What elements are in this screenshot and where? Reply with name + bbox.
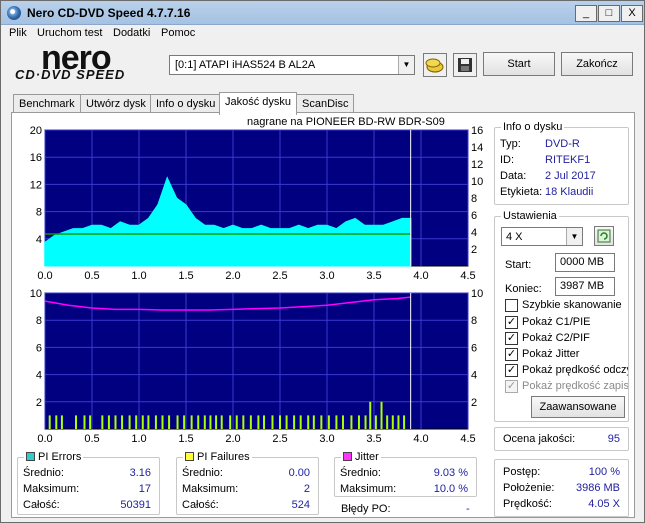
disc-info-group: Info o dysku Typ: DVD-R ID: RITEKF1 Data… (494, 121, 629, 205)
start-label: Start: (505, 259, 532, 271)
pi-failures-box: PI Failures Średnio: 0.00 Maksimum: 2 Ca… (176, 451, 319, 515)
start-mb-input[interactable]: 0000 MB (555, 253, 615, 272)
quality-score-box: Ocena jakości: 95 (494, 427, 629, 451)
close-button[interactable]: X (621, 5, 643, 22)
tab-jakosc-dysku[interactable]: Jakość dysku (219, 92, 298, 115)
settings-title: Ustawienia (501, 210, 559, 222)
jitter-pif-chart: 0.0 0.5 1.0 1.5 2.0 2.5 3.0 3.5 4.0 4.5 2 4 6 8 10 2 4 6 8… (30, 288, 484, 445)
pif-total-label: Całość: (182, 499, 219, 511)
speed-select-value: 4 X (506, 231, 523, 243)
pi-errors-title: PI Errors (24, 451, 84, 463)
maximize-button[interactable]: □ (598, 5, 620, 22)
x-tick-label: 3.5 (366, 433, 381, 445)
disc-label-label: Etykieta: (500, 186, 543, 198)
jitter-title: Jitter (341, 451, 381, 463)
jitter-avg-label: Średnio: (340, 467, 381, 479)
x-tick-label: 4.5 (460, 433, 475, 445)
quality-score-value: 95 (607, 433, 620, 445)
pif-total-value: 524 (291, 499, 310, 511)
y-tick-label-right: 10 (471, 288, 483, 300)
y-tick-label-right: 2 (471, 397, 477, 409)
position-label: Położenie: (503, 482, 555, 494)
show-jitter-label: Pokaż Jitter (522, 348, 580, 360)
x-tick-label: 0.0 (37, 433, 52, 445)
jitter-max-value: 10.0 % (433, 483, 468, 495)
progress-box: Postęp: 100 % Położenie: 3986 MB Prędkoś… (494, 459, 629, 517)
disc-date-value: 2 Jul 2017 (545, 170, 596, 182)
disc-type-label: Typ: (500, 138, 521, 150)
y-tick-label-left: 4 (36, 370, 42, 382)
disc-label-value: 18 Klaudii (545, 186, 594, 198)
pif-avg-label: Średnio: (182, 467, 223, 479)
pif-avg-value: 0.00 (288, 467, 310, 479)
end-label: Koniec: (505, 283, 542, 295)
y-tick-label-left: 8 (36, 315, 42, 327)
jitter-avg-value: 9.03 % (433, 467, 468, 479)
po-errors-value: - (466, 503, 470, 515)
pi-errors-box: PI Errors Średnio: 3.16 Maksimum: 17 Cał… (17, 451, 160, 515)
show-read-speed-checkbox[interactable]: ✓ (505, 364, 518, 377)
show-pif-checkbox[interactable]: ✓ (505, 332, 518, 345)
x-tick-label: 4.0 (413, 433, 428, 445)
x-tick-label: 1.0 (131, 433, 146, 445)
pie-max-value: 17 (138, 483, 151, 495)
x-tick-label: 2.5 (272, 433, 287, 445)
quick-scan-label: Szybkie skanowanie (522, 299, 622, 311)
pie-total-value: 50391 (120, 499, 151, 511)
po-errors-label: Błędy PO: (341, 503, 391, 515)
speed-select[interactable]: 4 X ▼ (501, 227, 583, 246)
advanced-button[interactable]: Zaawansowane (531, 396, 625, 418)
end-button[interactable]: Zakończ (561, 52, 633, 76)
y-tick-label-left: 10 (30, 288, 42, 300)
pie-total-label: Całość: (23, 499, 60, 511)
show-pie-checkbox[interactable]: ✓ (505, 316, 518, 329)
disc-type-value: DVD-R (545, 138, 580, 150)
y-tick-label-right: 4 (471, 370, 477, 382)
progress-label: Postęp: (503, 466, 541, 478)
y-tick-label-left: 6 (36, 342, 42, 354)
pie-max-label: Maksimum: (23, 483, 80, 495)
x-tick-label: 1.5 (178, 433, 193, 445)
refresh-speed-button[interactable] (594, 226, 614, 246)
end-mb-input[interactable]: 3987 MB (555, 277, 615, 296)
show-write-speed-checkbox: ✓ (505, 380, 518, 393)
y-tick-label-right: 8 (471, 315, 477, 327)
jitter-max-label: Maksimum: (340, 483, 397, 495)
position-value: 3986 MB (575, 482, 620, 494)
pi-failures-color-icon (185, 452, 194, 461)
show-write-speed-label: Pokaż prędkość zapisu (522, 380, 628, 392)
disc-info-title: Info o dysku (501, 121, 565, 133)
pif-max-label: Maksimum: (182, 483, 239, 495)
pi-errors-color-icon (26, 452, 35, 461)
pie-avg-label: Średnio: (23, 467, 64, 479)
progress-value: 100 % (588, 466, 620, 478)
x-tick-label: 2.0 (225, 433, 240, 445)
show-pie-label: Pokaż C1/PIE (522, 316, 591, 328)
jitter-color-icon (343, 452, 352, 461)
disc-id-label: ID: (500, 154, 515, 166)
show-read-speed-label: Pokaż prędkość odczytu (522, 364, 628, 376)
y-tick-label-left: 2 (36, 397, 42, 409)
show-jitter-checkbox[interactable]: ✓ (505, 348, 518, 361)
x-tick-label: 3.0 (319, 433, 334, 445)
main-window: Nero CD-DVD Speed 4.7.7.16 _ □ X Plik Ur… (0, 0, 645, 523)
pie-avg-value: 3.16 (129, 467, 151, 479)
speed-label: Prędkość: (503, 498, 552, 510)
quick-scan-checkbox[interactable] (505, 299, 518, 312)
settings-group: Ustawienia 4 X ▼ Start: 0000 MB Koniec: … (494, 210, 629, 422)
quality-score-label: Ocena jakości: (503, 433, 576, 445)
speed-value: 4.05 X (588, 498, 620, 510)
chevron-down-icon[interactable]: ▼ (566, 228, 582, 245)
x-tick-label: 0.5 (84, 433, 99, 445)
minimize-button[interactable]: _ (575, 5, 597, 22)
pi-failures-title: PI Failures (183, 451, 252, 463)
refresh-icon (597, 229, 611, 243)
plot-area (44, 292, 469, 430)
y-tick-label-right: 6 (471, 342, 477, 354)
jitter-box: Jitter Średnio: 9.03 % Maksimum: 10.0 % (334, 451, 477, 497)
show-pif-label: Pokaż C2/PIF (522, 332, 590, 344)
disc-date-label: Data: (500, 170, 527, 182)
pif-max-value: 2 (303, 483, 310, 495)
disc-id-value: RITEKF1 (545, 154, 591, 166)
